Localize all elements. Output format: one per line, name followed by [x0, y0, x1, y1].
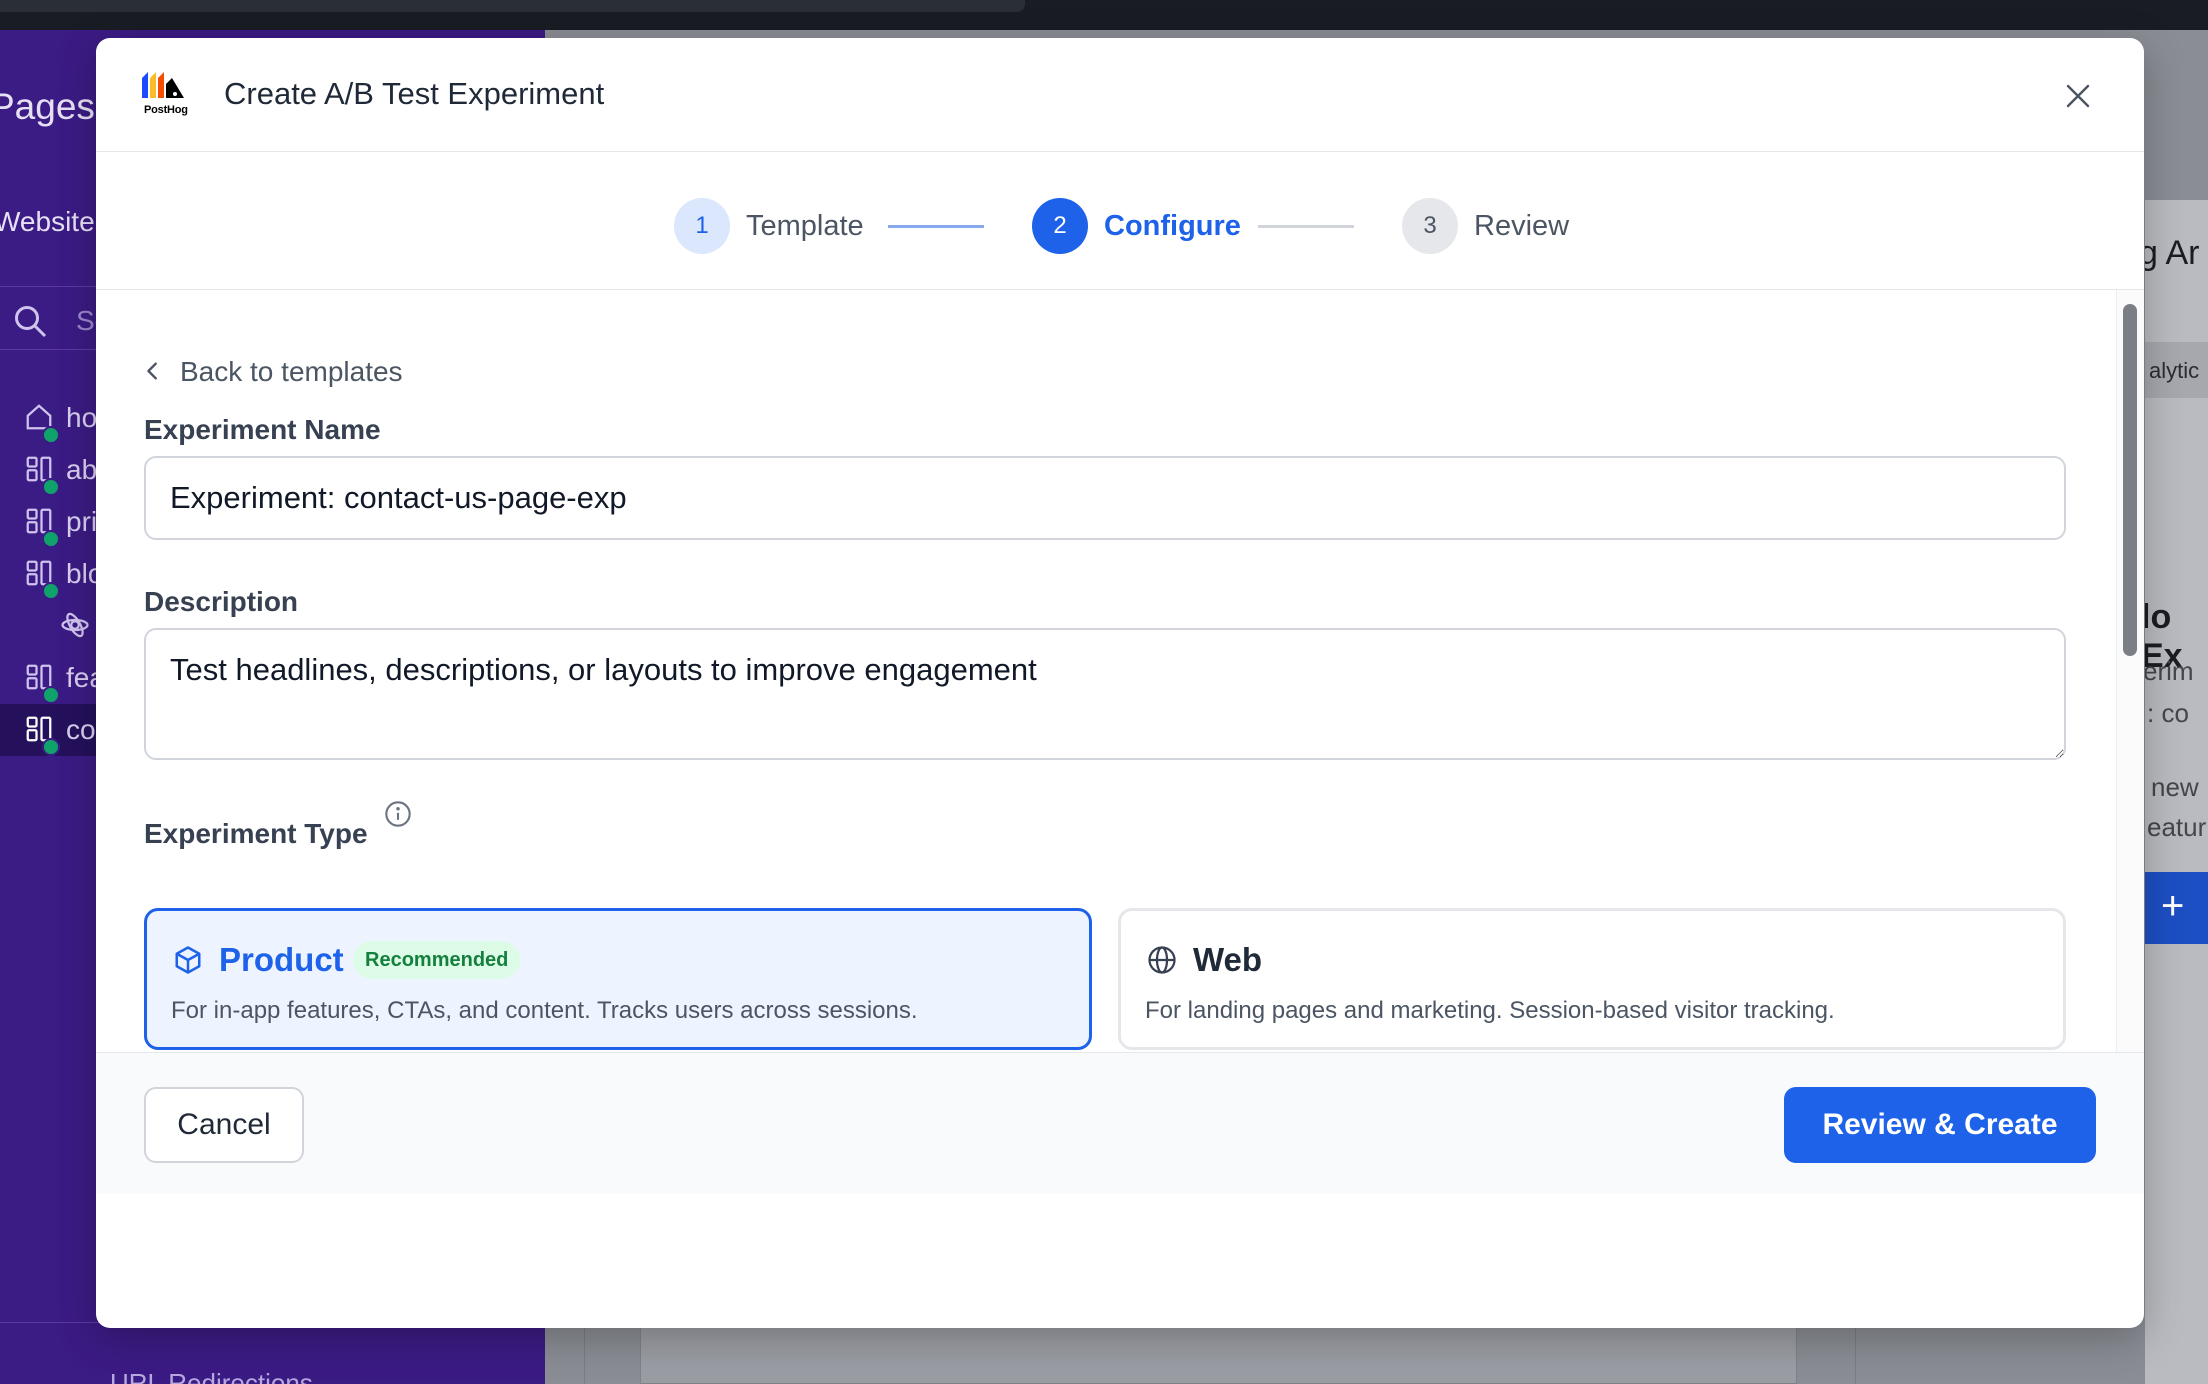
- modal-title: Create A/B Test Experiment: [224, 76, 605, 111]
- search-icon: [15, 306, 47, 338]
- step-1-circle[interactable]: 1: [674, 198, 730, 254]
- status-dot: [42, 686, 60, 704]
- empty-state-text: new: [2151, 772, 2199, 802]
- step-3-circle: 3: [1402, 198, 1458, 254]
- close-icon[interactable]: [2058, 76, 2098, 116]
- description-label: Description: [144, 586, 299, 617]
- right-panel: g Ar alytic lo Ex erim : co new eatur +: [2145, 200, 2208, 1384]
- experiment-name-label: Experiment Name: [144, 414, 381, 445]
- sidebar-site-name: Website: [0, 206, 95, 237]
- experiment-type-label: Experiment Type: [144, 818, 368, 849]
- status-dot: [42, 478, 60, 496]
- step-1-label[interactable]: Template: [746, 210, 864, 243]
- sidebar-item-label: ab: [66, 454, 98, 485]
- address-bar: [0, 0, 1025, 12]
- type-option-name: Web: [1193, 941, 1263, 978]
- status-dot: [42, 530, 60, 548]
- empty-state-text: eatur: [2147, 812, 2207, 842]
- sidebar-item-label: ho: [66, 402, 98, 433]
- component-icon: [61, 612, 89, 638]
- modal-footer: Cancel Review & Create: [96, 1052, 2144, 1194]
- empty-state-text: erim: [2145, 656, 2194, 686]
- cancel-button[interactable]: Cancel: [144, 1087, 304, 1163]
- type-option-name: Product: [219, 941, 344, 978]
- sidebar-footer-link[interactable]: URL Redirections: [110, 1368, 313, 1384]
- review-and-create-button[interactable]: Review & Create: [1784, 1087, 2096, 1163]
- type-option-product[interactable]: Product Recommended For in-app features,…: [144, 908, 1092, 1050]
- sidebar-item-label: pri: [66, 506, 98, 537]
- globe-icon: [1148, 946, 1176, 974]
- app-topbar: [0, 0, 2208, 30]
- step-indicator: 1 Template 2 Configure 3 Review: [96, 152, 2144, 290]
- type-option-description: For landing pages and marketing. Session…: [1145, 997, 1835, 1024]
- right-panel-heading: g Ar: [2145, 234, 2200, 272]
- chevron-left-icon: [147, 362, 157, 380]
- modal-content: Back to templates Experiment Name Descri…: [96, 290, 2116, 1052]
- recommended-badge: Recommended: [353, 941, 521, 979]
- step-2-circle[interactable]: 2: [1032, 198, 1088, 254]
- info-icon[interactable]: [384, 800, 412, 828]
- type-option-web[interactable]: Web For landing pages and marketing. Ses…: [1118, 908, 2066, 1050]
- content-scrollbar[interactable]: [2116, 290, 2144, 1052]
- scrollbar-thumb[interactable]: [2123, 304, 2137, 656]
- right-panel-chip: alytic: [2145, 342, 2208, 398]
- back-link-label: Back to templates: [180, 356, 403, 387]
- status-dot: [42, 582, 60, 600]
- modal-header: PostHog Create A/B Test Experiment: [96, 38, 2144, 152]
- description-textarea[interactable]: Test headlines, descriptions, or layouts…: [144, 628, 2066, 760]
- step-3-label: Review: [1474, 210, 1570, 242]
- cube-icon: [175, 946, 201, 974]
- sidebar-item-label: co: [66, 714, 96, 745]
- create-experiment-modal: PostHog Create A/B Test Experiment 1 Tem…: [96, 38, 2144, 1328]
- create-experiment-button[interactable]: +: [2145, 872, 2208, 944]
- status-dot: [42, 738, 60, 756]
- status-dot: [42, 426, 60, 444]
- step-2-label[interactable]: Configure: [1104, 210, 1241, 243]
- step-connector: [1258, 225, 1354, 228]
- empty-state-text: : co: [2147, 698, 2189, 728]
- step-connector: [888, 225, 984, 228]
- experiment-name-input[interactable]: [144, 456, 2066, 540]
- type-option-description: For in-app features, CTAs, and content. …: [171, 997, 918, 1024]
- logo-text: PostHog: [144, 104, 188, 116]
- sidebar-title: Pages: [0, 86, 95, 127]
